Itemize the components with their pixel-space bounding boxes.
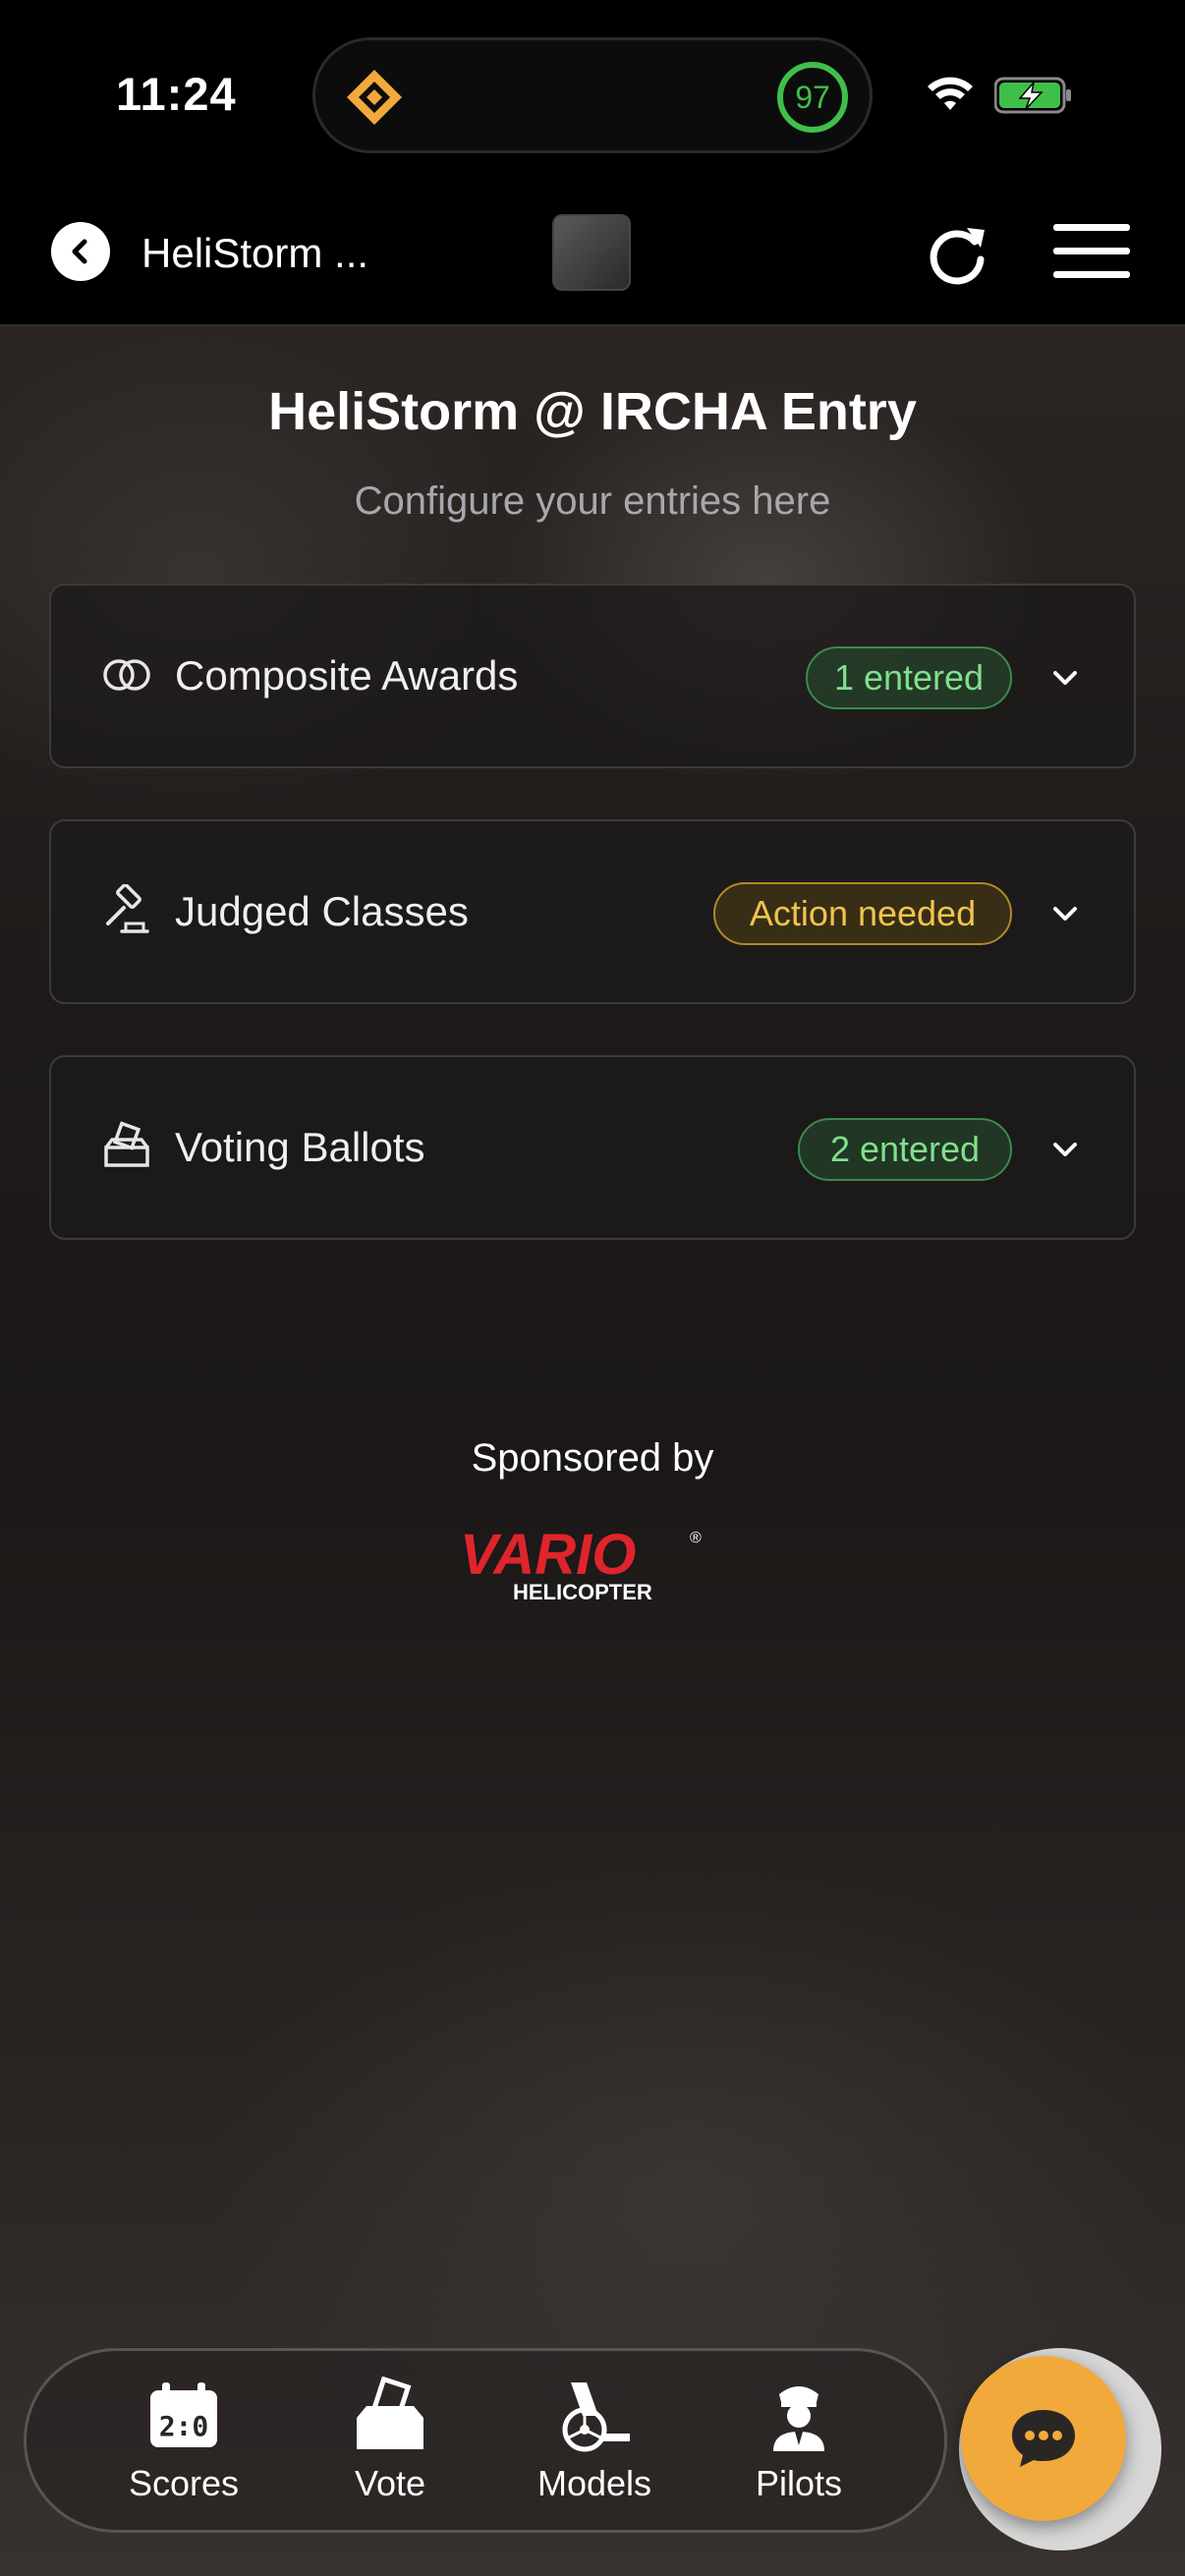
calendar-score-icon: 2:0 [150,2382,217,2447]
svg-text:®: ® [690,1530,702,1546]
event-logo [552,214,631,291]
status-badge: Action needed [713,882,1012,945]
status-badge: 2 entered [798,1118,1012,1181]
chevron-down-icon[interactable] [1045,658,1085,698]
ballot-box-icon [104,1121,149,1167]
status-badge: 1 entered [806,646,1012,709]
nav-header: HeliStorm ... [0,193,1185,326]
pilot-icon [773,2386,824,2451]
battery-charging-icon [994,77,1071,114]
tab-label: Vote [354,2463,426,2503]
refresh-button[interactable] [924,220,990,287]
menu-button[interactable] [1053,224,1130,283]
chat-bubble-icon [1012,2410,1075,2467]
overlap-circles-icon [103,659,150,691]
chevron-down-icon[interactable] [1045,894,1085,933]
tab-scores[interactable]: 2:0 Scores [105,2377,262,2514]
chat-button[interactable] [961,2356,1126,2521]
tab-pilots[interactable]: Pilots [720,2377,877,2514]
section-judged-classes[interactable]: Judged Classes Action needed [49,819,1136,1004]
sponsor-label: Sponsored by [471,1436,714,1480]
wifi-icon [928,77,973,110]
status-bar: 11:24 97 [0,0,1185,193]
ballot-box-icon [357,2377,423,2449]
main-content: HeliStorm @ IRCHA Entry Configure your e… [0,326,1185,2576]
section-voting-ballots[interactable]: Voting Ballots 2 entered [49,1055,1136,1240]
tab-label: Models [536,2463,652,2503]
dynamic-island: 97 [312,37,873,153]
progress-ring: 97 [777,62,848,133]
vario-helicopter-logo[interactable]: VARIO ® HELICOPTER [458,1515,729,1613]
tab-models[interactable]: Models [516,2377,673,2514]
bottom-tab-bar: 2:0 Scores Vote Models Pilots [24,2348,947,2533]
status-time: 11:24 [116,68,237,120]
section-composite-awards[interactable]: Composite Awards 1 entered [49,584,1136,768]
helicopter-model-icon [562,2382,630,2452]
chevron-down-icon[interactable] [1045,1130,1085,1169]
page-subtitle: Configure your entries here [354,479,831,523]
diamond-app-icon [347,70,402,125]
gavel-icon [106,884,149,933]
tab-label: Pilots [755,2463,843,2503]
section-label: Judged Classes [175,888,469,934]
page-title: HeliStorm @ IRCHA Entry [268,382,917,441]
back-button[interactable] [51,222,110,281]
tab-label: Scores [128,2463,240,2503]
nav-title: HeliStorm ... [141,230,369,276]
section-label: Composite Awards [175,652,519,699]
svg-text:2:0: 2:0 [159,2410,209,2442]
section-label: Voting Ballots [175,1124,425,1170]
chevron-left-icon [72,239,87,264]
svg-text:HELICOPTER: HELICOPTER [513,1580,652,1604]
tab-vote[interactable]: Vote [311,2377,469,2514]
svg-text:VARIO: VARIO [460,1523,636,1587]
